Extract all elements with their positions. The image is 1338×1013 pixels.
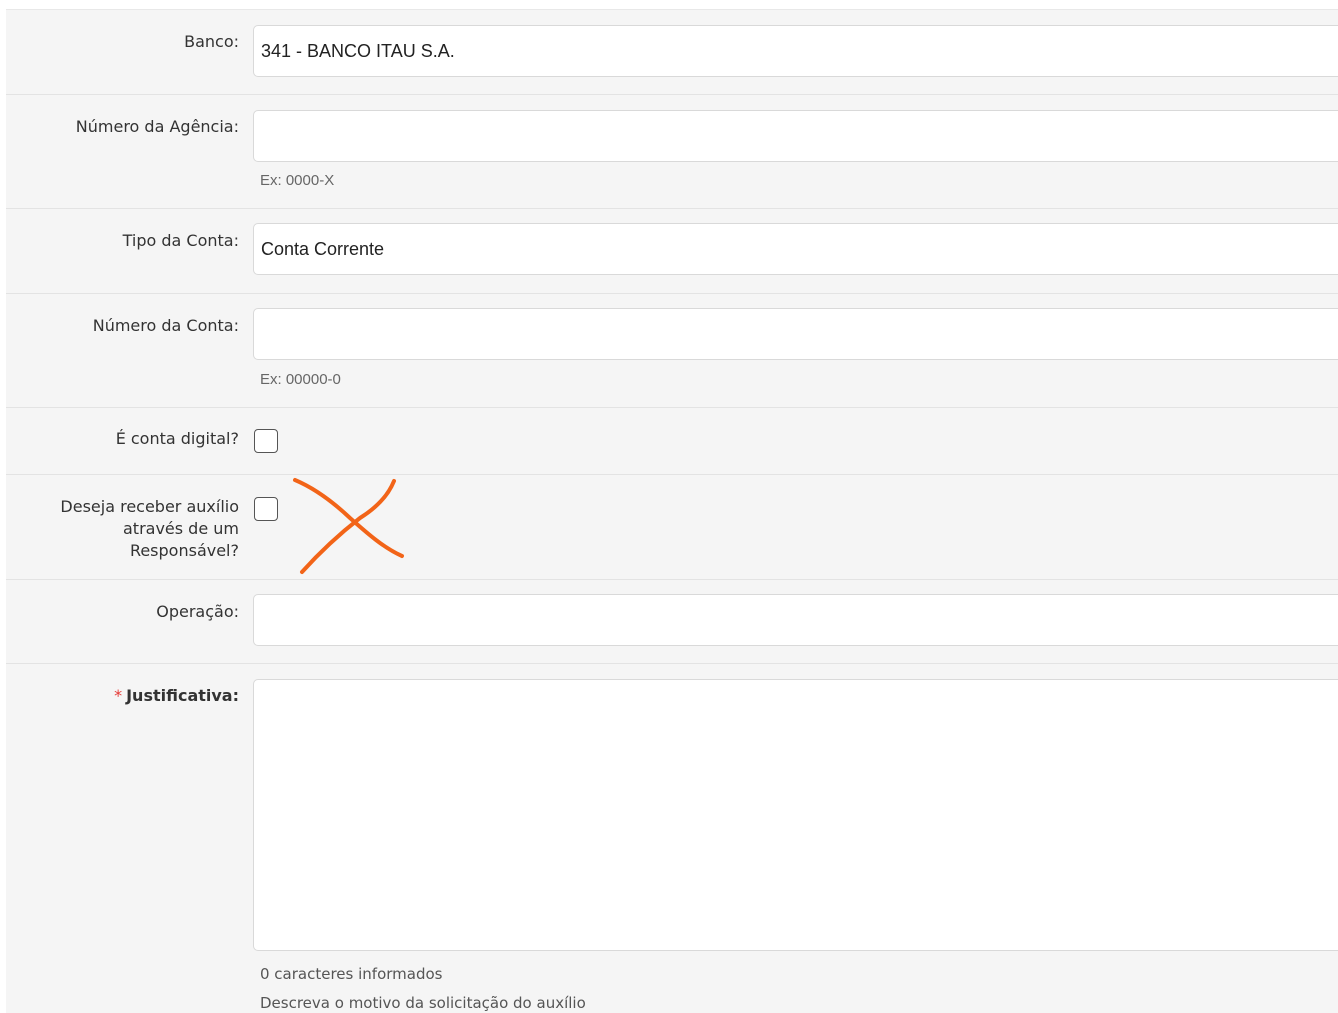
- operacao-input[interactable]: [253, 594, 1338, 646]
- numero-conta-help: Ex: 00000-0: [260, 371, 341, 388]
- banco-label: Banco:: [184, 32, 239, 51]
- agencia-row: Número da Agência: Ex: 0000-X: [6, 95, 1338, 209]
- justificativa-help: Descreva o motivo da solicitação do auxí…: [260, 994, 586, 1012]
- agencia-help: Ex: 0000-X: [260, 172, 335, 189]
- responsavel-checkbox[interactable]: [254, 497, 278, 521]
- banco-select[interactable]: 341 - BANCO ITAU S.A.: [253, 25, 1338, 77]
- tipo-conta-label: Tipo da Conta:: [122, 231, 239, 250]
- justificativa-textarea[interactable]: [253, 679, 1338, 951]
- tipo-conta-select[interactable]: Conta Corrente: [253, 223, 1338, 275]
- conta-digital-checkbox[interactable]: [254, 429, 278, 453]
- banco-row: Banco: 341 - BANCO ITAU S.A.: [6, 10, 1338, 95]
- agencia-input[interactable]: [253, 110, 1338, 162]
- required-asterisk: *: [114, 686, 123, 705]
- conta-digital-row: É conta digital?: [6, 408, 1338, 475]
- numero-conta-label: Número da Conta:: [92, 316, 239, 335]
- numero-conta-row: Número da Conta: Ex: 00000-0: [6, 294, 1338, 408]
- responsavel-label: Deseja receber auxílio através de um Res…: [60, 497, 239, 560]
- justificativa-label: * Justificativa:: [114, 685, 239, 707]
- cross-annotation-icon: [293, 478, 404, 574]
- justificativa-label-text: Justificativa:: [126, 686, 239, 705]
- justificativa-char-counter: 0 caracteres informados: [260, 965, 443, 983]
- agencia-label: Número da Agência:: [75, 117, 239, 136]
- responsavel-row: Deseja receber auxílio através de um Res…: [6, 475, 1338, 580]
- operacao-label: Operação:: [156, 602, 239, 621]
- numero-conta-input[interactable]: [253, 308, 1338, 360]
- tipo-conta-row: Tipo da Conta: Conta Corrente: [6, 209, 1338, 294]
- bank-account-form: Banco: 341 - BANCO ITAU S.A. Número da A…: [6, 9, 1338, 1013]
- conta-digital-label: É conta digital?: [115, 429, 239, 448]
- operacao-row: Operação:: [6, 580, 1338, 664]
